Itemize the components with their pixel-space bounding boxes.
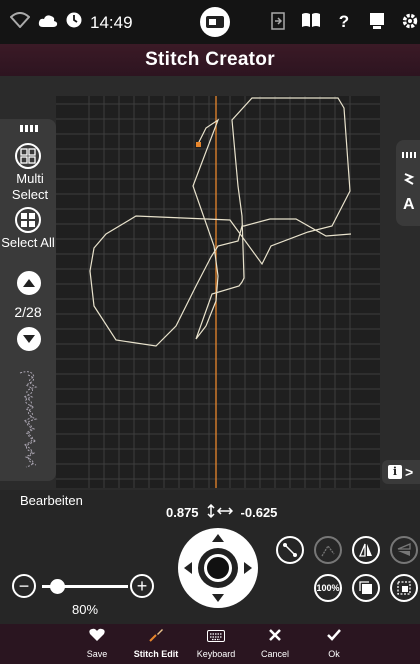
status-left: 14:49 bbox=[9, 12, 133, 33]
arrow-right-icon[interactable] bbox=[244, 562, 252, 574]
zoom-slider-thumb[interactable] bbox=[50, 579, 65, 594]
curve-tool-icon bbox=[321, 544, 335, 557]
panel-grip-icon[interactable] bbox=[20, 125, 42, 132]
cancel-button[interactable]: Cancel bbox=[245, 627, 305, 659]
x-coordinate: 0.875 bbox=[166, 505, 199, 520]
bottom-action-bar: Save Stitch Edit Keyboard Cancel Ok bbox=[0, 624, 420, 664]
edit-panel: Bearbeiten 0.875 -0.625 100% − + 80% bbox=[0, 490, 420, 624]
chevron-right-icon: > bbox=[405, 464, 414, 480]
page-title: Stitch Creator bbox=[0, 44, 420, 76]
mirror-horizontal-icon bbox=[359, 543, 372, 557]
ok-label: Ok bbox=[328, 649, 340, 659]
line-tool-icon bbox=[283, 543, 297, 557]
status-bar: 14:49 ? bbox=[0, 0, 420, 44]
book-icon[interactable] bbox=[301, 12, 321, 35]
help-icon[interactable]: ? bbox=[334, 12, 354, 35]
select-all-label[interactable]: Select All bbox=[0, 235, 56, 251]
stitch-edit-button[interactable]: Stitch Edit bbox=[126, 627, 186, 659]
duplicate-button[interactable] bbox=[352, 574, 380, 602]
info-tab[interactable]: i > bbox=[382, 460, 420, 484]
percent-label: 100% bbox=[316, 583, 340, 593]
heart-icon bbox=[67, 627, 127, 649]
page-up-button[interactable] bbox=[17, 271, 41, 295]
tablet-icon[interactable] bbox=[367, 12, 387, 35]
mirror-vertical-button[interactable] bbox=[390, 536, 418, 564]
stitch-thumbnail-list[interactable] bbox=[14, 369, 44, 469]
ok-button[interactable]: Ok bbox=[304, 627, 364, 659]
frame-button[interactable] bbox=[390, 574, 418, 602]
coordinates-readout: 0.875 -0.625 bbox=[166, 503, 278, 521]
chevron-down-icon bbox=[23, 335, 35, 343]
mirror-vertical-icon bbox=[397, 543, 411, 556]
clock-icon bbox=[66, 12, 82, 33]
joystick-control[interactable] bbox=[178, 528, 258, 608]
save-label: Save bbox=[86, 649, 108, 659]
stitch-canvas-area: Multi Select Select All 2/28 A i > bbox=[0, 76, 420, 490]
arrow-up-icon[interactable] bbox=[212, 534, 224, 542]
keyboard-icon bbox=[186, 627, 246, 649]
check-icon bbox=[304, 627, 364, 649]
cloud-icon bbox=[38, 13, 58, 33]
select-all-icon[interactable] bbox=[15, 207, 41, 233]
stitch-grid-svg[interactable] bbox=[56, 96, 380, 488]
info-icon: i bbox=[388, 465, 402, 479]
keyboard-button[interactable]: Keyboard bbox=[186, 627, 246, 659]
right-tool-panel: A bbox=[396, 140, 420, 226]
frame-icon bbox=[397, 581, 411, 595]
chevron-up-icon bbox=[23, 279, 35, 287]
stitch-grid[interactable] bbox=[56, 96, 380, 488]
left-tool-panel: Multi Select Select All 2/28 bbox=[0, 119, 56, 481]
machine-icon[interactable] bbox=[200, 7, 230, 37]
edit-section-label: Bearbeiten bbox=[20, 493, 83, 508]
joystick-center[interactable] bbox=[198, 548, 238, 588]
multi-select-icon[interactable] bbox=[15, 143, 41, 169]
zoom-control: − + bbox=[12, 574, 162, 600]
arrow-left-icon[interactable] bbox=[184, 562, 192, 574]
text-tool-icon[interactable]: A bbox=[403, 196, 415, 214]
stitch-edit-label: Stitch Edit bbox=[133, 649, 179, 659]
status-right: ? bbox=[268, 12, 420, 35]
stitch-path bbox=[89, 97, 352, 347]
y-coordinate: -0.625 bbox=[240, 505, 278, 520]
zoom-out-button[interactable]: − bbox=[12, 574, 36, 598]
close-icon bbox=[245, 627, 305, 649]
panel-grip-icon-right[interactable] bbox=[402, 152, 416, 158]
cancel-label: Cancel bbox=[260, 649, 289, 659]
page-down-button[interactable] bbox=[17, 327, 41, 351]
mirror-horizontal-button[interactable] bbox=[352, 536, 380, 564]
arrow-down-icon[interactable] bbox=[212, 594, 224, 602]
arrows-icon bbox=[207, 503, 233, 521]
status-time: 14:49 bbox=[90, 12, 133, 32]
reset-size-button[interactable]: 100% bbox=[314, 574, 342, 602]
zoom-in-button[interactable]: + bbox=[130, 574, 154, 598]
curve-tool-button[interactable] bbox=[314, 536, 342, 564]
wifi-icon bbox=[9, 12, 31, 33]
stitch-type-icon[interactable] bbox=[403, 172, 415, 191]
gear-icon[interactable] bbox=[400, 12, 420, 35]
stitch-edit-icon bbox=[126, 627, 186, 649]
keyboard-label: Keyboard bbox=[196, 649, 236, 659]
page-indicator: 2/28 bbox=[14, 304, 42, 320]
save-button[interactable]: Save bbox=[67, 627, 127, 659]
multi-select-label[interactable]: Multi Select bbox=[0, 171, 60, 203]
zoom-level: 80% bbox=[72, 602, 99, 617]
import-icon[interactable] bbox=[268, 12, 288, 35]
duplicate-icon bbox=[359, 581, 372, 594]
selected-stitch-point bbox=[196, 142, 201, 147]
insert-stitch-button[interactable] bbox=[276, 536, 304, 564]
